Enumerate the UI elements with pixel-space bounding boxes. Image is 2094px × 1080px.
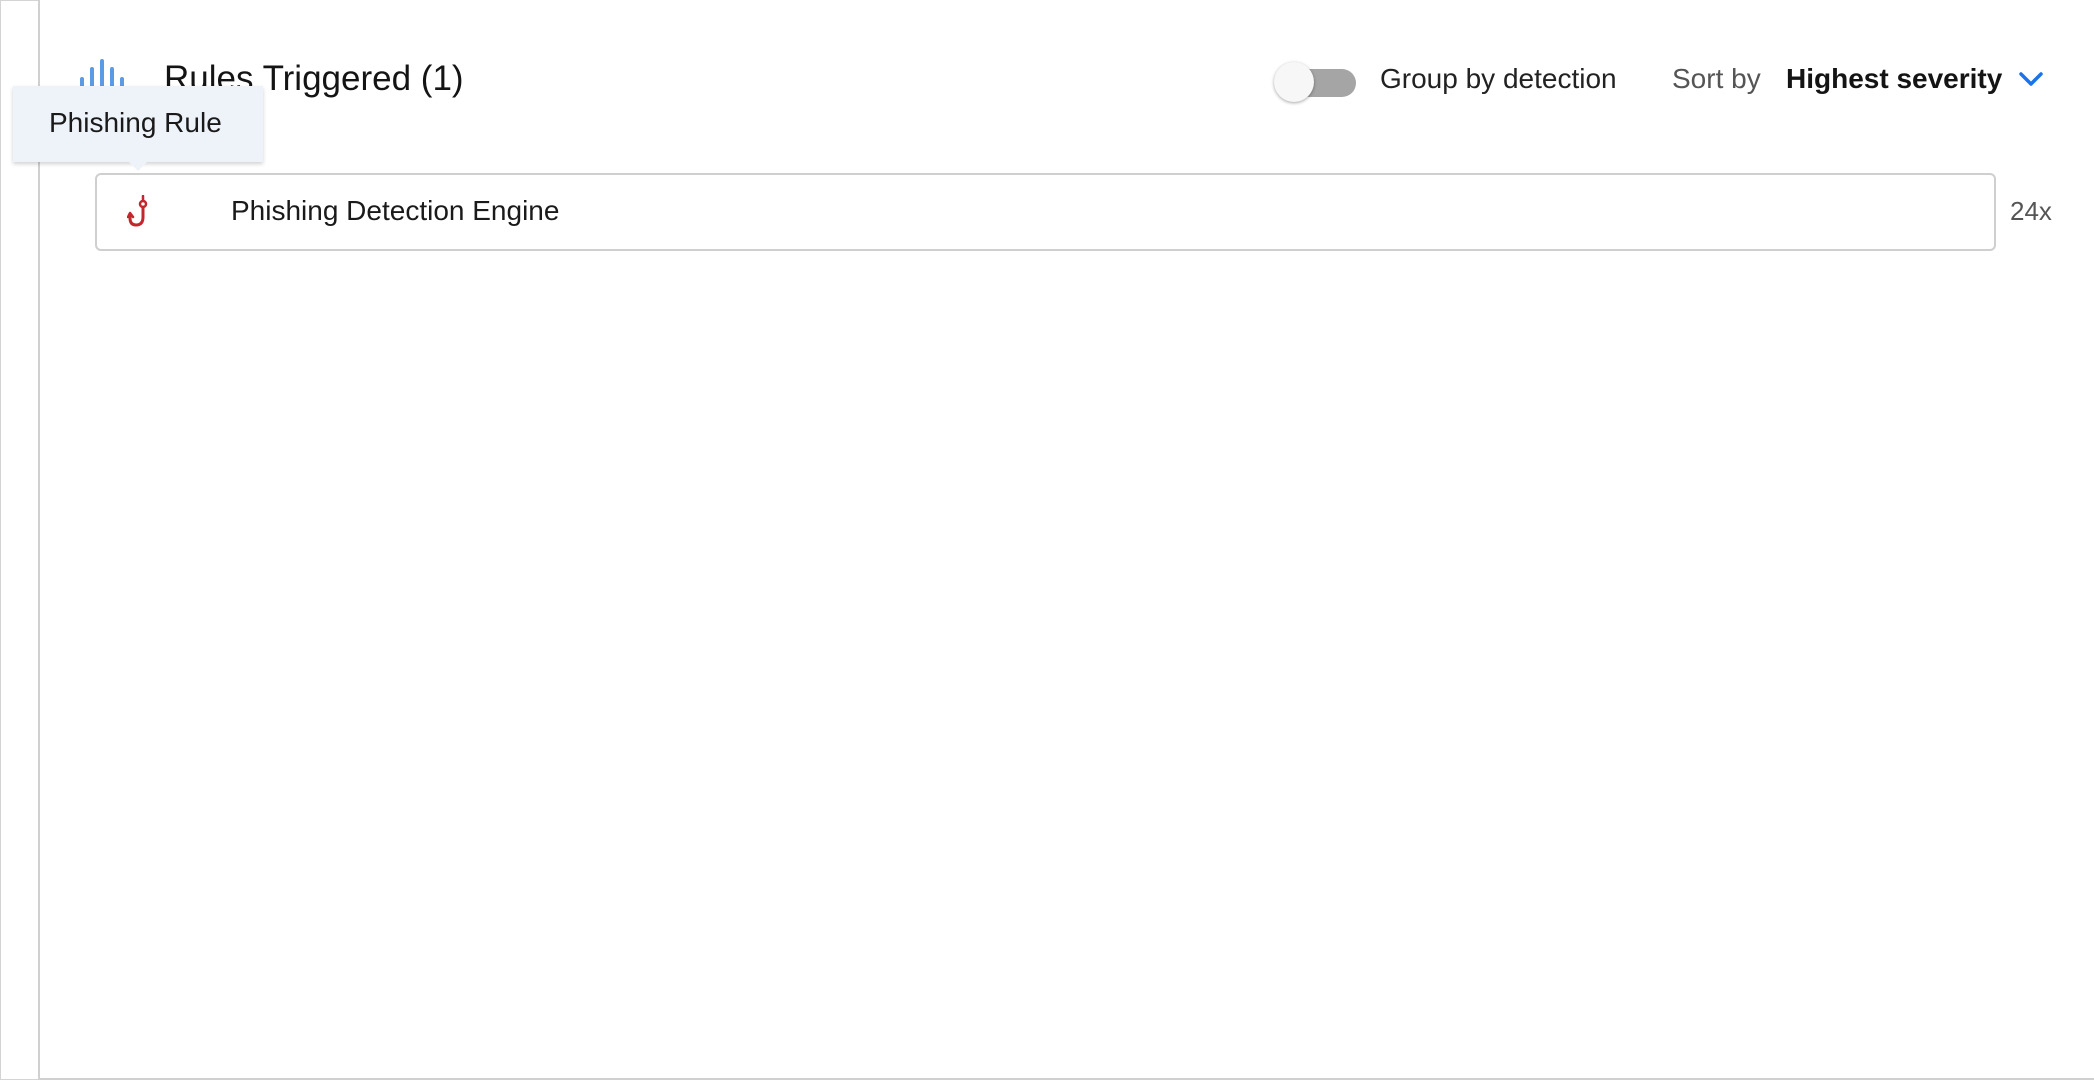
sort-by-label: Sort by — [1672, 63, 1761, 94]
panel-header: Rules Triggered (1) Group by detection S… — [40, 40, 2094, 120]
group-by-detection-toggle[interactable] — [1274, 62, 1358, 102]
group-by-detection-label: Group by detection — [1380, 63, 1617, 94]
fishing-hook-icon — [127, 195, 148, 227]
sort-dropdown[interactable]: Highest severity — [1786, 58, 2044, 100]
tooltip: Phishing Rule — [13, 86, 263, 171]
rule-name: Phishing Detection Engine — [231, 195, 560, 226]
chevron-down-icon — [2019, 72, 2044, 86]
rules-triggered-panel: Rules Triggered (1) Group by detection S… — [38, 0, 2094, 1080]
tooltip-arrow — [129, 162, 147, 171]
rule-row[interactable]: Phishing Detection Engine — [95, 173, 1996, 251]
toggle-knob — [1274, 62, 1314, 102]
rule-trigger-count: 24x — [2010, 196, 2052, 226]
sort-selected-value: Highest severity — [1786, 63, 2003, 94]
tooltip-text: Phishing Rule — [49, 107, 222, 138]
